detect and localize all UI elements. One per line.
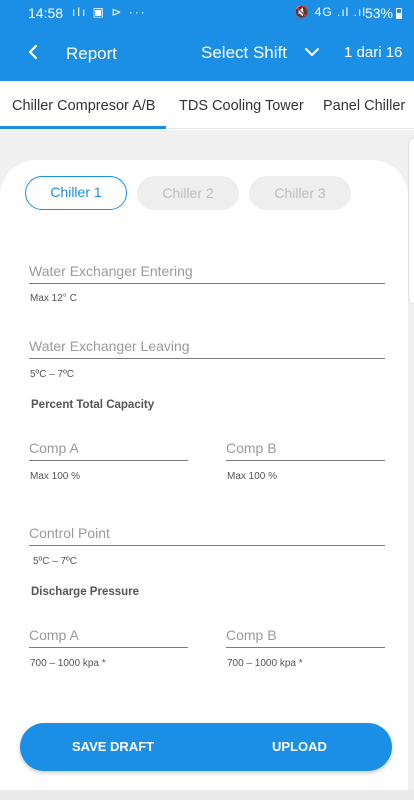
control-point-hint: 5ºC – 7ºC	[33, 556, 77, 567]
battery-icon	[396, 8, 402, 19]
category-tabs: Chiller Compresor A/B TDS Cooling Tower …	[0, 81, 414, 129]
status-bar: 14:58 ılı ▣ ⊳ ··· 🔇 4G .ıl .ıl 53%	[0, 0, 414, 26]
water-entering-input[interactable]	[29, 258, 385, 283]
system-nav-bar	[0, 790, 414, 800]
chiller-1-tab[interactable]: Chiller 1	[25, 176, 127, 210]
discharge-comp-b-field[interactable]	[226, 622, 385, 648]
active-tab-indicator	[0, 126, 166, 129]
shift-select[interactable]: Select Shift	[201, 43, 287, 63]
discharge-pressure-title: Discharge Pressure	[31, 586, 140, 598]
scroll-indicator[interactable]	[408, 138, 414, 304]
chiller-3-tab[interactable]: Chiller 3	[249, 176, 351, 210]
capacity-comp-a-field[interactable]	[29, 435, 188, 461]
capacity-comp-a-input[interactable]	[29, 435, 188, 460]
water-leaving-field[interactable]	[29, 333, 385, 359]
capacity-comp-a-hint: Max 100 %	[30, 471, 81, 482]
signal-icons: 🔇 4G .ıl .ıl	[294, 5, 366, 19]
discharge-comp-a-hint: 700 – 1000 kpa *	[30, 658, 106, 669]
capacity-comp-b-hint: Max 100 %	[227, 471, 278, 482]
discharge-comp-b-input[interactable]	[226, 622, 385, 647]
battery-indicator: 53%	[365, 5, 402, 21]
tab-tds-cooling-tower[interactable]: TDS Cooling Tower	[179, 98, 304, 114]
top-bar: 14:58 ılı ▣ ⊳ ··· 🔇 4G .ıl .ıl 53% Repor…	[0, 0, 414, 81]
water-entering-field[interactable]	[29, 258, 385, 284]
capacity-comp-b-input[interactable]	[226, 435, 385, 460]
water-entering-hint: Max 12° C	[30, 293, 77, 304]
tab-chiller-compresor[interactable]: Chiller Compresor A/B	[12, 98, 155, 114]
water-leaving-hint: 5ºC – 7ºC	[30, 369, 74, 380]
app-bar: Report Select Shift 1 dari 16	[0, 26, 414, 81]
tab-panel-chiller[interactable]: Panel Chiller	[323, 98, 405, 114]
notification-icons: ılı ▣ ⊳ ···	[72, 5, 147, 19]
page-title: Report	[66, 44, 118, 63]
arrow-left-icon	[28, 44, 38, 60]
status-time: 14:58	[28, 5, 64, 21]
control-point-input[interactable]	[29, 520, 385, 545]
form-card: Chiller 1 Chiller 2 Chiller 3 Max 12° C …	[0, 160, 408, 800]
upload-button[interactable]: UPLOAD	[272, 723, 327, 771]
page-counter: 1 dari 16	[344, 44, 403, 61]
percent-capacity-title: Percent Total Capacity	[31, 399, 155, 411]
battery-percent: 53%	[364, 5, 393, 21]
back-button[interactable]	[22, 38, 46, 66]
chiller-2-tab[interactable]: Chiller 2	[137, 176, 239, 210]
water-leaving-input[interactable]	[29, 333, 385, 358]
chevron-down-icon[interactable]	[304, 44, 320, 60]
discharge-comp-b-hint: 700 – 1000 kpa *	[227, 658, 303, 669]
discharge-comp-a-input[interactable]	[29, 622, 188, 647]
action-bar: SAVE DRAFT UPLOAD	[20, 723, 392, 771]
control-point-field[interactable]	[29, 520, 385, 546]
save-draft-button[interactable]: SAVE DRAFT	[72, 723, 154, 771]
capacity-comp-b-field[interactable]	[226, 435, 385, 461]
discharge-comp-a-field[interactable]	[29, 622, 188, 648]
